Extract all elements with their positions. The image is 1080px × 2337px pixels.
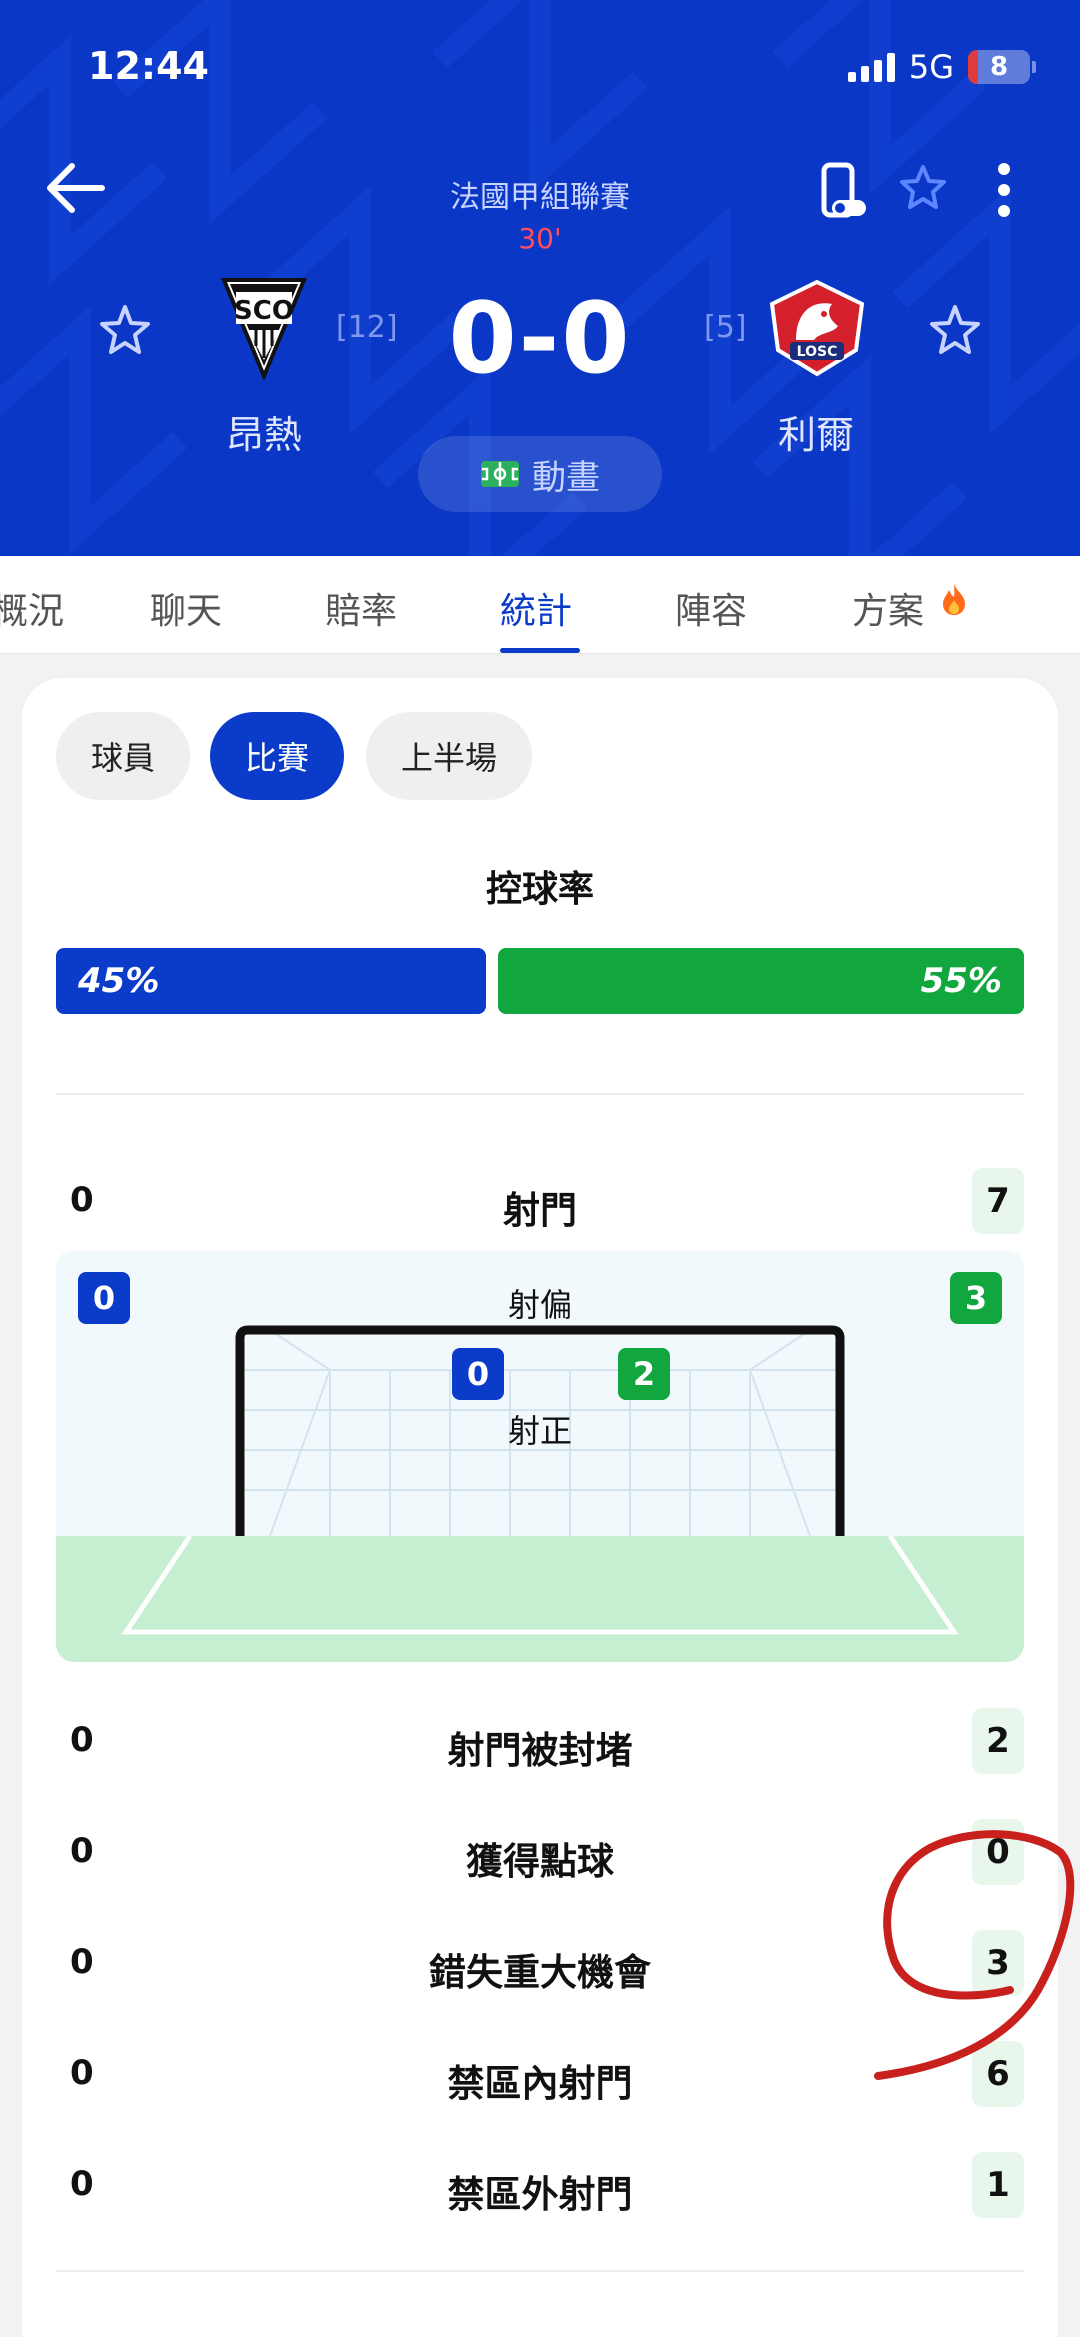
possession-title: 控球率 (485, 869, 594, 910)
stat-row-blocked: 0 射門被封堵 2 (56, 1708, 1024, 1778)
match-header: 12:44 5G 8 法國甲組聯賽 30' SCO [12] 0-0 [5] L… (0, 0, 1080, 556)
on-target-home-badge: 0 (452, 1348, 504, 1400)
tab-lineup[interactable]: 陣容 (675, 582, 747, 634)
match-score: 0-0 (448, 282, 632, 396)
home-logo-text: SCO (234, 296, 294, 326)
phone-toggle-icon[interactable] (818, 162, 870, 222)
off-target-away-badge: 3 (950, 1272, 1002, 1324)
possession-away-bar: 55% (498, 948, 1024, 1014)
tab-bar: 概況 聊天 賠率 統計 陣容 方案 (0, 556, 1080, 654)
away-team-name[interactable]: 利爾 (716, 404, 916, 459)
home-rank: [12] (336, 310, 398, 345)
filter-match[interactable]: 比賽 (210, 712, 344, 800)
home-team-logo[interactable]: SCO (218, 270, 310, 380)
home-favorite-star-icon[interactable] (98, 304, 152, 356)
away-logo-text: LOSC (797, 344, 838, 360)
stat-away-value: 1 (972, 2152, 1024, 2218)
on-target-label: 射正 (507, 1412, 572, 1450)
away-favorite-star-icon[interactable] (928, 304, 982, 356)
tab-stats[interactable]: 統計 (500, 582, 572, 634)
stat-away-value: 7 (972, 1168, 1024, 1234)
stat-row-shots: 0 射門 7 (56, 1168, 1024, 1238)
filter-players[interactable]: 球員 (56, 712, 190, 800)
tab-overview[interactable]: 概況 (0, 582, 64, 634)
status-time: 12:44 (88, 44, 209, 88)
stat-label: 射門被封堵 (447, 1729, 633, 1772)
stat-away-value: 2 (972, 1708, 1024, 1774)
possession-home-bar: 45% (56, 948, 486, 1014)
match-minute: 30' (518, 222, 562, 255)
tab-odds[interactable]: 賠率 (325, 582, 397, 634)
possession-home-value: 45% (78, 961, 160, 1001)
pitch-icon (481, 461, 519, 487)
tab-plans[interactable]: 方案 (852, 582, 969, 634)
away-rank: [5] (704, 310, 747, 345)
stat-label: 射門 (503, 1189, 577, 1232)
shot-map: 0 射偏 3 0 2 射正 (56, 1250, 1024, 1662)
stat-label: 禁區外射門 (447, 2173, 633, 2216)
status-indicators: 5G 8 (847, 48, 1036, 86)
possession-away-value: 55% (920, 961, 1002, 1001)
fire-icon (943, 584, 966, 615)
on-target-away-badge: 2 (618, 1348, 670, 1400)
signal-icon (847, 52, 895, 82)
tab-plans-label: 方案 (852, 591, 925, 632)
league-name[interactable]: 法國甲組聯賽 (340, 172, 740, 216)
away-team-logo[interactable]: LOSC (766, 278, 868, 378)
home-team-name[interactable]: 昂熱 (164, 404, 364, 459)
animation-button[interactable]: 動畫 (418, 436, 662, 512)
active-tab-indicator (500, 648, 580, 653)
animation-label: 動畫 (532, 457, 600, 498)
match-stats-screen: 12:44 5G 8 法國甲組聯賽 30' SCO [12] 0-0 [5] L… (0, 0, 1080, 2337)
network-type: 5G (908, 48, 954, 86)
stat-row-shots-outside-box: 0 禁區外射門 1 (56, 2152, 1024, 2222)
section-divider (56, 2270, 1024, 2272)
more-options-icon[interactable] (994, 162, 1014, 218)
tab-chat[interactable]: 聊天 (150, 582, 222, 634)
handwritten-annotation (874, 1830, 1075, 2080)
back-arrow-icon[interactable] (44, 160, 108, 216)
battery-icon: 8 (968, 50, 1036, 84)
section-divider (56, 1093, 1024, 1095)
filter-first-half[interactable]: 上半場 (366, 712, 532, 800)
off-target-label: 射偏 (507, 1286, 572, 1324)
battery-level: 8 (989, 52, 1009, 82)
favorite-star-icon[interactable] (898, 164, 948, 212)
